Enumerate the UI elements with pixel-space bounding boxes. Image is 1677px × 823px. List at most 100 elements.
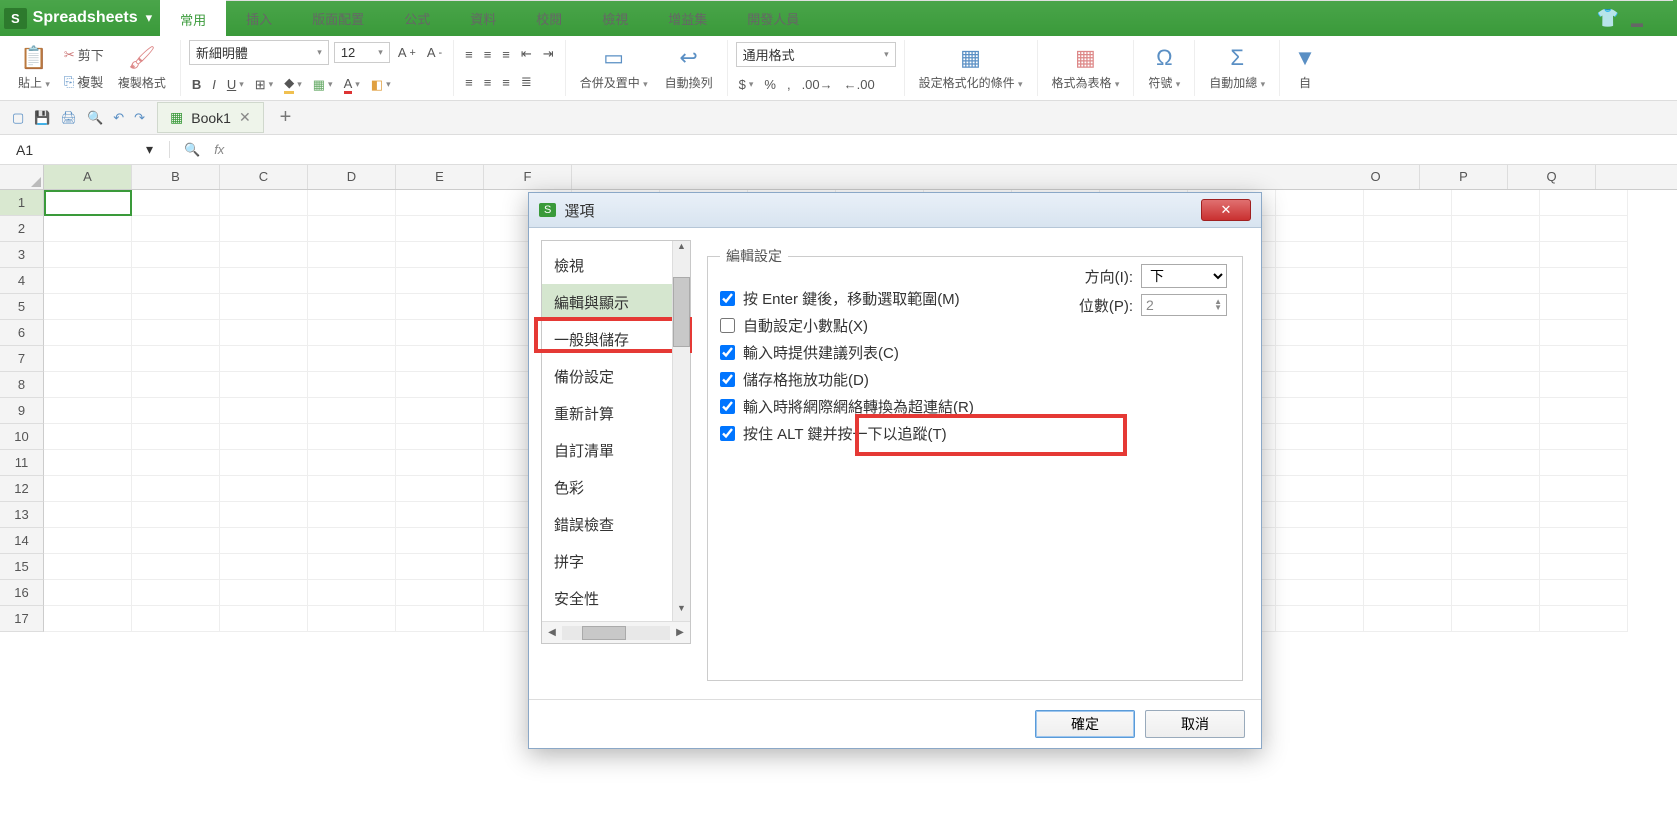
decrease-font-button[interactable]: A- [424,43,445,62]
col-header-B[interactable]: B [132,165,220,189]
cell[interactable] [396,398,484,424]
cell[interactable] [1452,268,1540,294]
cell[interactable] [44,606,132,632]
cell[interactable] [44,476,132,502]
cell[interactable] [308,606,396,632]
cell[interactable] [1452,398,1540,424]
cell[interactable] [1364,372,1452,398]
col-header-F[interactable]: F [484,165,572,189]
app-menu-dropdown[interactable]: ▾ [146,10,153,26]
cell[interactable] [1452,320,1540,346]
direction-select[interactable]: 下 [1141,264,1227,288]
cell[interactable] [1540,372,1628,398]
cell-style-button[interactable]: ▦ ▾ [310,75,336,95]
cell[interactable] [1540,450,1628,476]
italic-button[interactable]: I [209,75,219,94]
row-header[interactable]: 7 [0,346,44,372]
row-header[interactable]: 5 [0,294,44,320]
cell[interactable] [132,294,220,320]
cell[interactable] [44,216,132,242]
cell[interactable] [1540,528,1628,554]
cell[interactable] [308,294,396,320]
options-nav-item[interactable]: 編輯與顯示 [542,284,690,321]
cancel-button[interactable]: 取消 [1145,710,1245,738]
fx-icon[interactable]: fx [214,142,224,157]
dialog-titlebar[interactable]: S 選項 ✕ [529,193,1261,228]
cell[interactable] [396,502,484,528]
cell[interactable] [220,268,308,294]
print-icon[interactable]: 🖨 [60,110,77,126]
symbol-button[interactable]: Ω 符號 ▾ [1142,41,1186,95]
cell[interactable] [44,580,132,606]
col-header-Q[interactable]: Q [1508,165,1596,189]
dialog-close-button[interactable]: ✕ [1201,199,1251,221]
cell[interactable] [44,372,132,398]
paste-button[interactable]: 📋 貼上 ▾ [12,41,56,95]
cell[interactable] [1276,320,1364,346]
increase-font-button[interactable]: A+ [395,43,419,62]
cell[interactable] [1452,216,1540,242]
cell[interactable] [1452,242,1540,268]
align-left-button[interactable]: ≡ [462,73,476,92]
cell[interactable] [1276,294,1364,320]
redo-icon[interactable]: ↷ [134,110,145,126]
wrap-text-button[interactable]: ↩ 自動換列 [659,41,719,95]
cell[interactable] [132,424,220,450]
cell[interactable] [1452,346,1540,372]
cell[interactable] [220,320,308,346]
cell[interactable] [44,346,132,372]
cell[interactable] [1540,346,1628,372]
cell[interactable] [308,580,396,606]
cell[interactable] [132,372,220,398]
increase-decimal-button[interactable]: .00→ [799,75,836,94]
enter-move-checkbox[interactable] [720,291,735,306]
nav-hscrollbar[interactable]: ◀▶ [542,621,690,643]
cell[interactable] [132,320,220,346]
col-header-D[interactable]: D [308,165,396,189]
conditional-format-button[interactable]: ▦ 設定格式化的條件 ▾ [913,41,1029,95]
tab-view[interactable]: 檢視 [582,0,648,38]
col-header-A[interactable]: A [44,165,132,189]
cell[interactable] [132,476,220,502]
cell[interactable] [1364,580,1452,606]
cell[interactable] [132,346,220,372]
comma-button[interactable]: , [784,75,794,94]
cell[interactable] [308,268,396,294]
align-top-button[interactable]: ≡ [462,45,476,64]
options-nav-item[interactable]: 拼字 [542,543,690,580]
cell[interactable] [308,554,396,580]
cell[interactable] [1364,398,1452,424]
cell[interactable] [220,502,308,528]
cell[interactable] [132,398,220,424]
row-header[interactable]: 8 [0,372,44,398]
format-as-table-button[interactable]: ▦ 格式為表格 ▾ [1046,41,1126,95]
cell[interactable] [308,216,396,242]
alt-track-checkbox[interactable] [720,426,735,441]
tab-addins[interactable]: 增益集 [648,0,727,38]
options-nav-item[interactable]: 安全性 [542,580,690,617]
cell[interactable] [396,346,484,372]
cell[interactable] [1276,190,1364,216]
cell[interactable] [1452,580,1540,606]
cell[interactable] [396,580,484,606]
cell[interactable] [44,268,132,294]
format-painter-button[interactable]: 🖌 複製格式 [112,41,172,95]
cell[interactable] [132,268,220,294]
cell[interactable] [308,190,396,216]
select-all-corner[interactable] [0,165,44,189]
options-nav-item[interactable]: 錯誤檢查 [542,506,690,543]
border-button[interactable]: ⊞ ▾ [252,75,276,95]
col-header-E[interactable]: E [396,165,484,189]
cell[interactable] [396,424,484,450]
cell[interactable] [308,528,396,554]
cell[interactable] [308,242,396,268]
cell[interactable] [396,528,484,554]
cell[interactable] [396,606,484,632]
cell[interactable] [132,580,220,606]
number-format-combo[interactable]: 通用格式▾ [736,42,896,67]
row-header[interactable]: 2 [0,216,44,242]
options-nav-item[interactable]: 重新計算 [542,395,690,432]
cell[interactable] [220,398,308,424]
cell[interactable] [1276,268,1364,294]
tab-formulas[interactable]: 公式 [384,0,450,38]
